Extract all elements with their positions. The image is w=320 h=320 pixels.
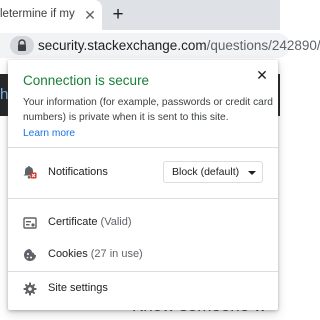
certificate-status: (Valid) bbox=[100, 216, 132, 228]
browser-tab[interactable]: letermine if my c ✕ bbox=[0, 0, 102, 30]
site-info-button[interactable] bbox=[10, 36, 34, 55]
notifications-select-value: Block (default) bbox=[172, 166, 240, 178]
site-info-popup: Connection is secure ✕ Your information … bbox=[8, 60, 278, 310]
new-tab-icon[interactable]: + bbox=[108, 5, 128, 25]
lock-icon bbox=[18, 39, 26, 51]
divider bbox=[8, 198, 278, 199]
cookies-label-text: Cookies bbox=[48, 248, 88, 260]
site-settings-label: Site settings bbox=[48, 282, 108, 294]
connection-status-title: Connection is secure bbox=[23, 73, 150, 88]
certificate-label: Certificate (Valid) bbox=[48, 216, 132, 228]
notifications-select[interactable]: Block (default) bbox=[163, 161, 263, 183]
chevron-down-icon bbox=[248, 171, 256, 175]
cookies-count: (27 in use) bbox=[90, 248, 143, 260]
url-host: security.stackexchange.com bbox=[38, 38, 207, 53]
tab-strip: letermine if my c ✕ + bbox=[0, 0, 280, 30]
notifications-label: Notifications bbox=[48, 166, 108, 178]
divider bbox=[8, 147, 278, 148]
cookie-icon bbox=[24, 249, 36, 261]
close-icon[interactable]: ✕ bbox=[82, 7, 98, 23]
divider bbox=[8, 271, 278, 272]
certificate-icon bbox=[23, 217, 37, 229]
tab-title: letermine if my c bbox=[0, 8, 78, 20]
url-path: /questions/242890/ bbox=[206, 38, 320, 53]
cookies-label: Cookies (27 in use) bbox=[48, 248, 143, 260]
gear-icon bbox=[23, 282, 37, 296]
address-bar[interactable]: security.stackexchange.com/questions/242… bbox=[0, 33, 320, 58]
close-icon[interactable]: ✕ bbox=[255, 68, 269, 82]
certificate-label-text: Certificate bbox=[48, 216, 98, 228]
connection-description: Your information (for example, passwords… bbox=[23, 97, 273, 123]
bell-blocked-icon bbox=[23, 166, 37, 179]
browser-toolbar: security.stackexchange.com/questions/242… bbox=[0, 30, 320, 60]
url-text[interactable]: security.stackexchange.com/questions/242… bbox=[38, 38, 320, 53]
learn-more-link[interactable]: Learn more bbox=[23, 128, 75, 139]
